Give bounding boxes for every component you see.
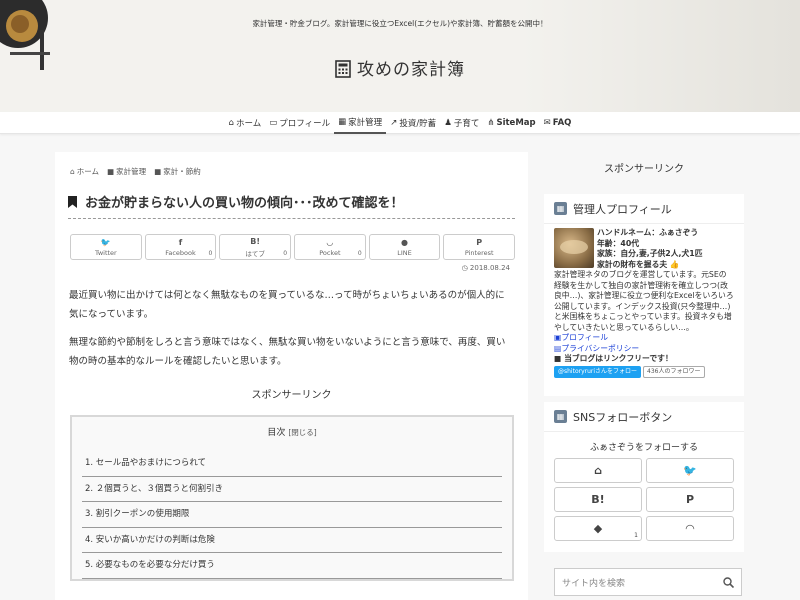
home-icon: ⌂ xyxy=(594,464,602,477)
hatena-icon: B! xyxy=(591,493,605,506)
line-icon: ● xyxy=(401,237,409,247)
share-button-line[interactable]: ● LINE xyxy=(368,234,441,260)
profile-bio: 家計管理ネタのブログを運営しています。元SEの経験を生かして独自の家計管理術を確… xyxy=(554,270,734,332)
profile-heading: 管理人プロフィール xyxy=(573,202,672,216)
nav-item-home[interactable]: ⌂ ホーム xyxy=(225,112,266,134)
site-title-text: 攻めの家計簿 xyxy=(357,60,465,80)
twitter-icon: 🐦 xyxy=(683,464,697,477)
follow-label: ふぁさぞうをフォローする xyxy=(589,443,698,453)
pinterest-icon: P xyxy=(476,237,483,247)
site-header: 家計管理・貯金ブログ。家計管理に役立つExcel(エクセル)や家計簿、貯蓄額を公… xyxy=(0,0,800,112)
rss-icon: ◠ xyxy=(685,522,695,535)
sns-button-pinterest[interactable]: P xyxy=(646,487,734,512)
sns-heading: SNSフォローボタン xyxy=(573,410,673,424)
breadcrumb-home[interactable]: ⌂ ホーム xyxy=(70,166,99,177)
share-button-pinterest[interactable]: P Pinterest xyxy=(443,234,516,260)
toc-item[interactable]: 4. 安いか高いかだけの判断は危険 xyxy=(82,528,502,553)
breadcrumb-setsuyaku[interactable]: ■ 家計・節約 xyxy=(154,166,201,177)
breadcrumb: ⌂ ホーム ■ 家計管理 ■ 家計・節約 xyxy=(70,166,201,177)
sitemap-icon: ⋔ xyxy=(487,118,495,128)
profile-handle: ハンドルネーム：ふぁさぞう xyxy=(597,228,699,237)
clock-icon: ◷ xyxy=(461,264,468,272)
share-button-pocket[interactable]: ◡ Pocket 0 xyxy=(294,234,366,260)
sponsor-label: スポンサーリンク xyxy=(251,390,332,401)
twitter-icon: 🐦 xyxy=(100,237,111,247)
home-icon: ⌂ xyxy=(228,118,235,128)
breadcrumb-kakei[interactable]: ■ 家計管理 xyxy=(107,166,146,177)
post-title: お金が貯まらない人の買い物の傾向･･･改めて確認を！ xyxy=(68,192,515,219)
site-search-input[interactable]: サイト内を検索 xyxy=(554,568,742,596)
nav-item-profile[interactable]: ▭ プロフィール xyxy=(265,112,334,134)
feedly-icon: ◆ xyxy=(593,522,603,535)
share-button-twitter[interactable]: 🐦 Twitter xyxy=(70,234,142,260)
profile-link[interactable]: ▣プロフィール xyxy=(554,333,734,344)
nav-item-investment[interactable]: ↗ 投資/貯蓄 xyxy=(386,112,440,134)
sns-button-hatena[interactable]: B! xyxy=(554,487,642,512)
nav-item-sitemap[interactable]: ⋔ SiteMap xyxy=(483,112,539,134)
toc-item[interactable]: 1. セール品やおまけにつられて xyxy=(82,451,502,477)
profile-treasurer: 家計の財布を握る夫 👍 xyxy=(597,259,680,269)
nav-item-faq[interactable]: ✉ FAQ xyxy=(540,112,576,134)
home-icon: ⌂ xyxy=(70,167,75,176)
hatena-icon: B! xyxy=(250,236,261,246)
toc-item[interactable]: 5. 必要なものを必要な分だけ買う xyxy=(82,553,502,579)
sns-button-rss[interactable]: ◠ xyxy=(646,516,734,541)
site-tagline: 家計管理・貯金ブログ。家計管理に役立つExcel(エクセル)や家計簿、貯蓄額を公… xyxy=(252,19,548,28)
square-icon: ■ xyxy=(554,354,562,363)
mail-icon: ✉ xyxy=(543,118,551,128)
sns-follow-widget: ▦ SNSフォローボタン ふぁさぞうをフォローする ⌂ 🐦 B! P ◆ 1 ◠ xyxy=(544,402,744,552)
folder-icon: ■ xyxy=(107,167,115,176)
sns-button-twitter[interactable]: 🐦 xyxy=(646,458,734,483)
twitter-follow-button[interactable]: @shitoryruriさんをフォロー xyxy=(554,365,642,378)
global-nav: ⌂ ホーム ▭ プロフィール ▦ 家計管理 ↗ 投資/貯蓄 ♟ 子育て ⋔ SiteMap … xyxy=(0,112,800,134)
toc-item[interactable]: 3. 割引クーポンの使用期限 xyxy=(82,502,502,528)
toc-toggle[interactable]: [閉じる] xyxy=(288,428,316,437)
toc-item[interactable]: 2. ２個買うと、３個買うと何割引き xyxy=(82,477,502,502)
bookmark-icon xyxy=(68,195,77,208)
toc-title: 目次 xyxy=(267,428,286,438)
facebook-icon: f xyxy=(178,237,183,247)
share-button-facebook[interactable]: f Facebook 0 xyxy=(144,234,217,260)
pinterest-icon: P xyxy=(685,493,695,506)
nav-item-parenting[interactable]: ♟ 子育て xyxy=(440,112,483,134)
share-button-hatena[interactable]: B! はてブ 0 xyxy=(219,234,292,260)
profile-family: 家族：自分,妻,子供2人,犬1匹 xyxy=(597,249,703,258)
search-placeholder: サイト内を検索 xyxy=(562,578,626,589)
chart-icon: ↗ xyxy=(390,118,398,128)
folder-icon: ■ xyxy=(154,167,162,176)
calculator-icon xyxy=(335,60,351,78)
calculator-icon: ▦ xyxy=(554,410,567,423)
id-card-icon: ▭ xyxy=(269,118,278,128)
sns-button-feedly[interactable]: ◆ 1 xyxy=(554,516,642,541)
site-title-link[interactable]: 攻めの家計簿 xyxy=(0,55,800,80)
privacy-policy-link[interactable]: ▤プライバシーポリシー xyxy=(554,344,734,355)
profile-widget: ▦ 管理人プロフィール ハンドルネーム：ふぁさぞう 年齢：40代 家族：自分,妻,… xyxy=(544,194,744,396)
follower-count: 436人のフォロワー xyxy=(643,365,705,378)
calculator-icon: ▦ xyxy=(554,202,567,215)
child-icon: ♟ xyxy=(444,118,452,128)
link-free-notice: ■ 当ブログはリンクフリーです！ xyxy=(554,354,673,363)
pocket-icon: ◡ xyxy=(326,237,333,247)
profile-avatar xyxy=(554,228,594,268)
sidebar-sponsor-label: スポンサーリンク xyxy=(604,164,684,175)
profile-age: 年齢：40代 xyxy=(597,238,640,248)
table-of-contents: 目次 [閉じる] 1. セール品やおまけにつられて 2. ２個買うと、３個買うと何… xyxy=(70,415,514,581)
article-paragraph: 無理な節約や節制をしろと言う意味ではなく、無駄な買い物をいないようにと言う意味で… xyxy=(69,337,506,367)
calculator-icon: ▦ xyxy=(338,117,347,127)
nav-item-kakei[interactable]: ▦ 家計管理 xyxy=(334,112,387,134)
search-icon[interactable] xyxy=(723,576,734,588)
article-main: ⌂ ホーム ■ 家計管理 ■ 家計・節約 お金が貯まらない人の買い物の傾向･･･改めて… xyxy=(55,152,528,600)
share-buttons: 🐦 Twitter f Facebook 0 B! はてブ 0 ◡ Pocket… xyxy=(70,234,516,260)
post-date: ◷ 2018.08.24 xyxy=(461,264,510,272)
article-paragraph: 最近買い物に出かけては何となく無駄なものを買っているな…って時がちょいちょいある… xyxy=(69,290,505,320)
sns-button-home[interactable]: ⌂ xyxy=(554,458,642,483)
sidebar: スポンサーリンク ▦ 管理人プロフィール ハンドルネーム：ふぁさぞう 年齢：40代… xyxy=(544,152,744,600)
